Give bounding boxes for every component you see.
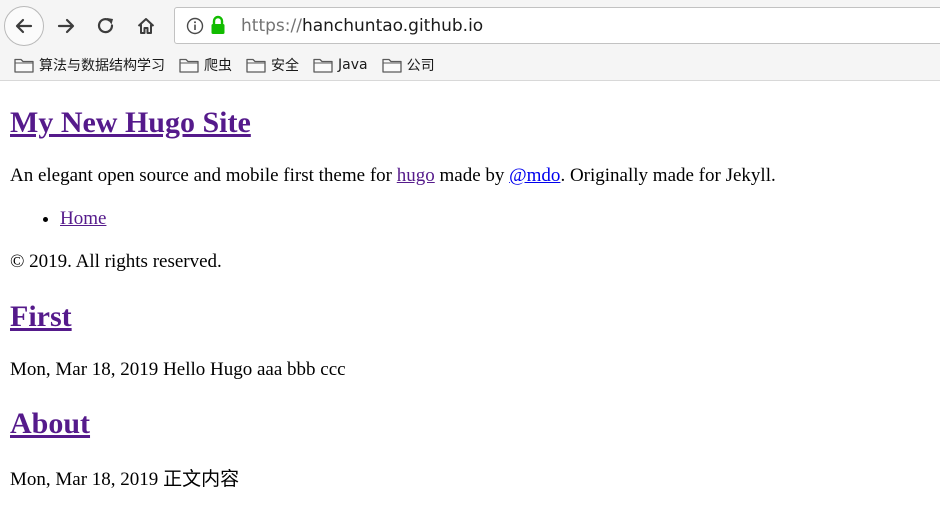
home-button[interactable] [126,6,166,46]
post-title-link[interactable]: First [10,300,72,333]
desc-middle: made by [434,165,510,186]
bookmark-company[interactable]: 公司 [381,55,435,75]
url-host: hanchuntao.github.io [301,16,484,36]
mdo-link[interactable]: @mdo [509,165,560,186]
site-title-link[interactable]: My New Hugo Site [10,106,251,139]
bookmarks-bar: 算法与数据结构学习 爬虫 安全 Java 公司 [0,52,435,78]
reload-button[interactable] [86,6,126,46]
post-excerpt: 正文内容 [158,469,240,490]
site-description: An elegant open source and mobile first … [10,164,776,188]
home-link[interactable]: Home [60,208,106,229]
bookmark-label: 公司 [406,58,435,74]
bookmark-algorithms[interactable]: 算法与数据结构学习 [14,55,165,75]
bookmark-java[interactable]: Java [313,57,368,73]
post-summary: Mon, Mar 18, 2019 Hello Hugo aaa bbb ccc [10,358,346,382]
browser-toolbar: https://hanchuntao.github.io 算法与数据结构学习 爬… [0,0,940,81]
nav-item-home: Home [60,207,106,231]
home-icon [137,18,155,34]
info-icon[interactable] [186,17,204,40]
post-date: Mon, Mar 18, 2019 [10,469,159,490]
address-bar[interactable]: https://hanchuntao.github.io [174,7,940,44]
desc-prefix: An elegant open source and mobile first … [10,165,397,186]
bookmark-crawler[interactable]: 爬虫 [179,55,232,75]
folder-icon [14,57,34,73]
folder-icon [313,57,333,73]
post-title: First [10,298,72,336]
post-summary: Mon, Mar 18, 2019 正文内容 [10,468,239,492]
site-title: My New Hugo Site [10,104,251,142]
back-button[interactable] [4,6,44,46]
copyright: © 2019. All rights reserved. [10,251,222,272]
folder-icon [246,57,266,73]
bookmark-label: Java [338,57,368,73]
hugo-link[interactable]: hugo [397,165,435,186]
post-title: About [10,405,90,443]
desc-suffix: . Originally made for Jekyll. [560,165,776,186]
bookmark-label: 安全 [271,58,299,74]
reload-icon [97,18,114,34]
folder-icon [179,57,199,73]
lock-icon[interactable] [210,15,226,40]
site-nav: Home [10,207,106,231]
bookmark-label: 爬虫 [204,58,232,74]
forward-button[interactable] [46,6,86,46]
bookmark-security[interactable]: 安全 [246,55,299,75]
post-excerpt: Hello Hugo aaa bbb ccc [158,359,346,380]
url-scheme: https:// [241,16,302,36]
post-date: Mon, Mar 18, 2019 [10,359,159,380]
arrow-right-icon [57,18,75,34]
post-title-link[interactable]: About [10,407,90,440]
bookmark-label: 算法与数据结构学习 [39,58,165,74]
arrow-left-icon [15,18,33,34]
folder-icon [381,57,402,73]
url-text[interactable]: https://hanchuntao.github.io [241,16,483,36]
